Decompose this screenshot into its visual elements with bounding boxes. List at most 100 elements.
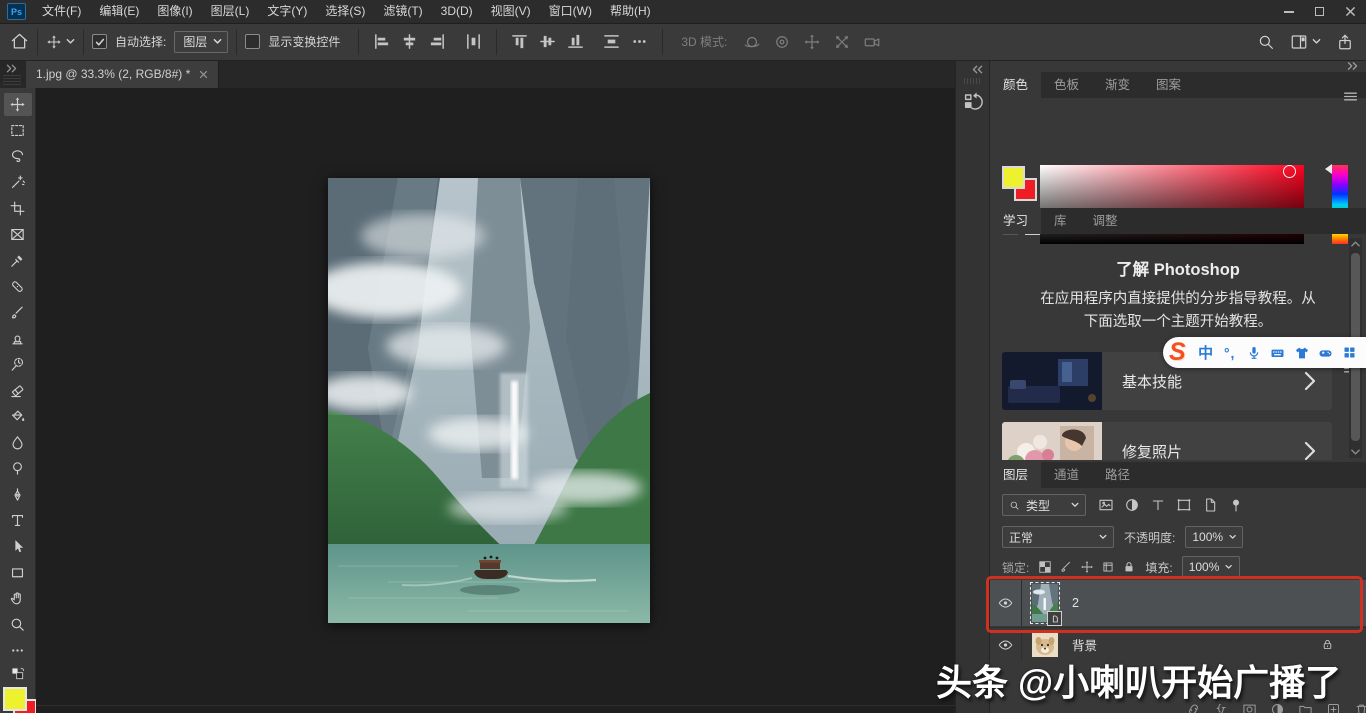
ime-keyboard-button[interactable] <box>1266 345 1290 361</box>
layer-filter-dropdown[interactable]: 类型 <box>1002 494 1086 516</box>
healing-brush-tool[interactable] <box>4 275 32 298</box>
ime-game-button[interactable] <box>1314 345 1338 361</box>
workspace-switcher[interactable] <box>1290 33 1321 51</box>
3d-pan-icon[interactable] <box>803 33 821 51</box>
type-tool[interactable] <box>4 509 32 532</box>
scroll-down-icon[interactable] <box>1351 448 1360 456</box>
align-center-h-icon[interactable] <box>401 33 418 50</box>
default-colors-control[interactable] <box>4 665 32 683</box>
eyedropper-tool[interactable] <box>4 249 32 272</box>
3d-roll-icon[interactable] <box>773 33 791 51</box>
filter-pixel-layers-icon[interactable] <box>1098 497 1114 513</box>
menu-filter[interactable]: 滤镜(T) <box>374 0 431 23</box>
collapse-dock-icon[interactable] <box>1346 61 1359 71</box>
filter-type-icon[interactable] <box>1150 497 1166 513</box>
lasso-tool[interactable] <box>4 145 32 168</box>
tab-layers[interactable]: 图层 <box>990 462 1041 488</box>
share-icon[interactable] <box>1336 33 1354 51</box>
3d-camera-icon[interactable] <box>863 33 881 51</box>
frame-tool[interactable] <box>4 223 32 246</box>
menu-3d[interactable]: 3D(D) <box>432 0 482 23</box>
history-brush-tool[interactable] <box>4 353 32 376</box>
align-middle-icon[interactable] <box>539 33 556 50</box>
ime-punctuation-toggle[interactable]: °, <box>1218 345 1242 361</box>
hand-tool[interactable] <box>4 587 32 610</box>
close-button[interactable] <box>1335 0 1366 23</box>
dodge-tool[interactable] <box>4 457 32 480</box>
tab-channels[interactable]: 通道 <box>1041 462 1092 488</box>
pen-tool[interactable] <box>4 483 32 506</box>
expand-tools-icon[interactable] <box>5 63 18 74</box>
panel-menu-icon[interactable] <box>1343 90 1358 103</box>
fill-dropdown[interactable]: 100% <box>1182 556 1240 578</box>
tab-gradients[interactable]: 渐变 <box>1092 72 1143 98</box>
delete-layer-icon[interactable] <box>1354 702 1366 713</box>
distribute-h-icon[interactable] <box>465 33 482 50</box>
lock-position-icon[interactable] <box>1080 560 1094 574</box>
foreground-color-swatch[interactable] <box>3 687 27 711</box>
ime-language-toggle[interactable]: 中 <box>1194 342 1218 363</box>
canvas-area[interactable] <box>36 88 955 713</box>
menu-file[interactable]: 文件(F) <box>33 0 90 23</box>
show-transform-checkbox[interactable] <box>245 34 260 49</box>
align-right-icon[interactable] <box>429 33 446 50</box>
layer-lock-icon[interactable] <box>1321 638 1334 651</box>
tab-paths[interactable]: 路径 <box>1092 462 1143 488</box>
document-image[interactable] <box>328 178 650 623</box>
filter-adjustment-icon[interactable] <box>1124 497 1140 513</box>
ime-voice-button[interactable] <box>1242 345 1266 361</box>
opacity-dropdown[interactable]: 100% <box>1185 526 1243 548</box>
tab-libraries[interactable]: 库 <box>1041 208 1080 234</box>
restore-button[interactable] <box>1304 0 1335 23</box>
toolbar-more[interactable] <box>4 639 32 662</box>
zoom-tool[interactable] <box>4 613 32 636</box>
home-icon[interactable] <box>10 32 29 51</box>
blur-tool[interactable] <box>4 431 32 454</box>
path-select-tool[interactable] <box>4 535 32 558</box>
collapse-panels-icon[interactable] <box>971 64 984 75</box>
ime-skin-button[interactable] <box>1290 345 1314 361</box>
search-icon[interactable] <box>1257 33 1275 51</box>
3d-slide-icon[interactable] <box>833 33 851 51</box>
color-field-cursor[interactable] <box>1283 165 1296 178</box>
align-left-icon[interactable] <box>373 33 390 50</box>
document-tab[interactable]: 1.jpg @ 33.3% (2, RGB/8#) * <box>26 60 219 88</box>
tab-color[interactable]: 颜色 <box>990 72 1041 98</box>
blend-mode-dropdown[interactable]: 正常 <box>1002 526 1114 548</box>
menu-window[interactable]: 窗口(W) <box>540 0 601 23</box>
tab-patterns[interactable]: 图案 <box>1143 72 1194 98</box>
history-panel-icon[interactable] <box>963 90 984 114</box>
align-top-icon[interactable] <box>511 33 528 50</box>
layer-name[interactable]: 背景 <box>1072 635 1097 654</box>
brush-tool[interactable] <box>4 301 32 324</box>
tab-learn[interactable]: 学习 <box>990 208 1041 234</box>
lock-pixels-icon[interactable] <box>1059 560 1073 574</box>
menu-type[interactable]: 文字(Y) <box>258 0 316 23</box>
ime-toolbox-button[interactable] <box>1338 345 1362 360</box>
lock-transparency-icon[interactable] <box>1038 560 1052 574</box>
menu-layer[interactable]: 图层(L) <box>202 0 259 23</box>
filter-smart-object-icon[interactable] <box>1202 497 1218 513</box>
filter-pin-icon[interactable] <box>1228 497 1244 513</box>
menu-image[interactable]: 图像(I) <box>148 0 201 23</box>
auto-select-dropdown[interactable]: 图层 <box>174 31 228 53</box>
menu-edit[interactable]: 编辑(E) <box>90 0 148 23</box>
3d-orbit-icon[interactable] <box>743 33 761 51</box>
lock-all-icon[interactable] <box>1122 560 1136 574</box>
tab-swatches[interactable]: 色板 <box>1041 72 1092 98</box>
auto-select-checkbox[interactable] <box>92 34 107 49</box>
scroll-up-icon[interactable] <box>1351 240 1360 248</box>
minimize-button[interactable] <box>1273 0 1304 23</box>
rectangle-tool[interactable] <box>4 561 32 584</box>
distribute-v-icon[interactable] <box>603 33 620 50</box>
menu-view[interactable]: 视图(V) <box>482 0 540 23</box>
sogou-logo[interactable]: S <box>1169 340 1186 365</box>
eraser-tool[interactable] <box>4 379 32 402</box>
tab-close-icon[interactable] <box>199 70 208 79</box>
tutorial-card-retouch[interactable]: 修复照片 <box>1002 422 1332 460</box>
more-options-icon[interactable] <box>631 33 648 50</box>
tab-adjustments[interactable]: 调整 <box>1080 208 1131 234</box>
gradient-tool[interactable] <box>4 405 32 428</box>
align-bottom-icon[interactable] <box>567 33 584 50</box>
move-tool-preset[interactable] <box>46 34 75 50</box>
